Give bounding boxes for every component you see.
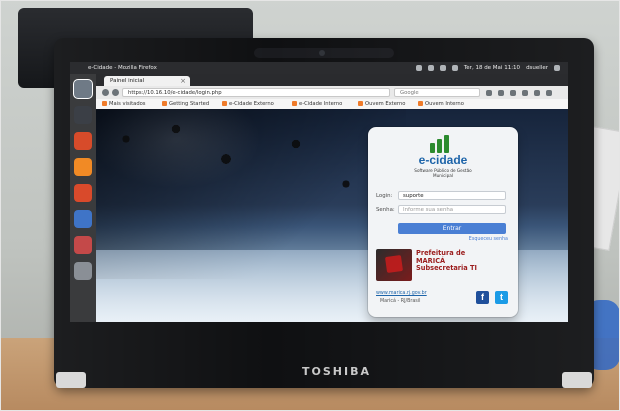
- image-border: [0, 0, 620, 411]
- photo-scene: TOSHIBA e-Cidade - Mozilla Firefox Ter, …: [0, 0, 620, 411]
